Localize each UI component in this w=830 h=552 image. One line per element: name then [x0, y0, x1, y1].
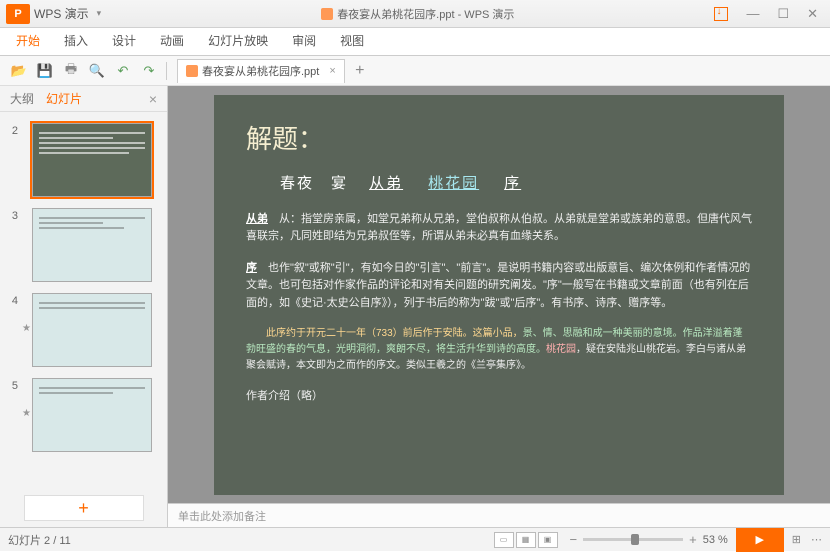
menu-design[interactable]: 设计: [112, 32, 136, 55]
sidebar-tabs: 大纲 幻灯片 ×: [0, 86, 167, 112]
undo-icon[interactable]: ↶: [114, 62, 132, 80]
thumb-row: 2: [0, 120, 167, 205]
sidebar-close-icon[interactable]: ×: [149, 91, 157, 107]
status-grid-icon[interactable]: ⊞: [792, 533, 801, 546]
print-preview-icon[interactable]: 🔍: [88, 62, 106, 80]
view-switcher: ▭ ▦ ▣: [494, 532, 558, 548]
canvas: 解题： 春夜 宴 从弟 桃花园 序 从弟 从：指堂房亲属，如堂兄弟称从兄弟，堂伯…: [168, 86, 830, 527]
sidebar: 大纲 幻灯片 × 2 3 4 ★ 5 ★: [0, 86, 168, 527]
view-sorter-icon[interactable]: ▦: [516, 532, 536, 548]
view-reading-icon[interactable]: ▣: [538, 532, 558, 548]
status-more-icon[interactable]: ⋯: [811, 533, 822, 546]
slide-thumbnail-3[interactable]: [32, 208, 152, 282]
app-name: WPS 演示: [34, 5, 89, 22]
menu-start[interactable]: 开始: [16, 32, 40, 55]
print-icon[interactable]: 🖶: [62, 62, 80, 80]
slide-paragraph-1: 从弟 从：指堂房亲属，如堂兄弟称从兄弟，堂伯叔称从伯叔。从弟就是堂弟或族弟的意思…: [246, 211, 752, 246]
slide-paragraph-2: 序 也作"叙"或称"引"，有如今日的"引言"、"前言"。是说明书籍内容或出版意旨…: [246, 260, 752, 313]
slide-thumbnail-5[interactable]: [32, 378, 152, 452]
page-indicator: 幻灯片 2 / 11: [8, 532, 494, 548]
minimize-button[interactable]: —: [746, 6, 759, 21]
zoom-slider[interactable]: [583, 538, 683, 541]
zoom-control: − + 53 %: [570, 532, 728, 547]
maximize-button[interactable]: ☐: [777, 6, 789, 22]
zoom-thumb[interactable]: [631, 534, 639, 545]
thumb-number: 5: [4, 380, 18, 392]
zoom-out-button[interactable]: −: [570, 532, 578, 547]
menu-slideshow[interactable]: 幻灯片放映: [208, 32, 268, 55]
thumbnail-list: 2 3 4 ★ 5 ★: [0, 112, 167, 487]
menu-animation[interactable]: 动画: [160, 32, 184, 55]
new-slide-button[interactable]: +: [24, 495, 144, 521]
app-icon: P: [6, 4, 30, 24]
thumb-star-icon: ★: [22, 323, 32, 334]
open-icon[interactable]: 📂: [10, 62, 28, 80]
view-normal-icon[interactable]: ▭: [494, 532, 514, 548]
new-tab-button[interactable]: +: [349, 60, 371, 82]
thumb-row: 5 ★: [0, 375, 167, 460]
slide-thumbnail-4[interactable]: [32, 293, 152, 367]
status-bar: 幻灯片 2 / 11 ▭ ▦ ▣ − + 53 % ▶ ⊞ ⋯: [0, 527, 830, 551]
tab-doc-icon: [186, 65, 198, 77]
notes-pane[interactable]: 单击此处添加备注: [168, 503, 830, 527]
play-button[interactable]: ▶: [736, 528, 784, 552]
menu-insert[interactable]: 插入: [64, 32, 88, 55]
toolbar: 📂 💾 🖶 🔍 ↶ ↷ 春夜宴从弟桃花园序.ppt × +: [0, 56, 830, 86]
window-title: 春夜宴从弟桃花园序.ppt - WPS 演示: [121, 6, 714, 22]
slide-paragraph-3: 此序约于开元二十一年（733）前后作于安陆。这篇小品，景、情、思融和成一种美丽的…: [246, 326, 752, 374]
thumb-number: 3: [4, 210, 18, 222]
slide-paragraph-4: 作者介绍（略）: [246, 388, 752, 406]
thumb-star-icon: ★: [22, 408, 32, 419]
tab-label: 春夜宴从弟桃花园序.ppt: [202, 63, 319, 79]
main-area: 大纲 幻灯片 × 2 3 4 ★ 5 ★: [0, 86, 830, 527]
window-controls: — ☐ ✕: [714, 6, 818, 22]
save-icon[interactable]: 💾: [36, 62, 54, 80]
slide-subtitle: 春夜 宴 从弟 桃花园 序: [246, 172, 752, 193]
thumb-row: 4 ★: [0, 290, 167, 375]
close-button[interactable]: ✕: [807, 6, 818, 22]
separator: [166, 62, 167, 80]
zoom-in-button[interactable]: +: [689, 532, 697, 547]
tab-outline[interactable]: 大纲: [10, 90, 34, 107]
zoom-value: 53 %: [703, 534, 728, 546]
menu-review[interactable]: 审阅: [292, 32, 316, 55]
tab-close-icon[interactable]: ×: [329, 65, 335, 77]
title-bar: P WPS 演示 ▾ 春夜宴从弟桃花园序.ppt - WPS 演示 — ☐ ✕: [0, 0, 830, 28]
thumb-number: 4: [4, 295, 18, 307]
redo-icon[interactable]: ↷: [140, 62, 158, 80]
thumb-row: 3: [0, 205, 167, 290]
status-extras: ⊞ ⋯: [792, 533, 822, 546]
doc-title-text: 春夜宴从弟桃花园序.ppt - WPS 演示: [337, 6, 514, 22]
doc-icon: [321, 8, 333, 20]
slide-content[interactable]: 解题： 春夜 宴 从弟 桃花园 序 从弟 从：指堂房亲属，如堂兄弟称从兄弟，堂伯…: [214, 95, 784, 495]
tab-slides[interactable]: 幻灯片: [46, 90, 82, 107]
slide-title: 解题：: [246, 119, 752, 156]
slide-area[interactable]: 解题： 春夜 宴 从弟 桃花园 序 从弟 从：指堂房亲属，如堂兄弟称从兄弟，堂伯…: [168, 86, 830, 503]
slide-thumbnail-2[interactable]: [32, 123, 152, 197]
thumb-number: 2: [4, 125, 18, 137]
menu-view[interactable]: 视图: [340, 32, 364, 55]
app-dropdown-icon[interactable]: ▾: [97, 8, 102, 19]
download-icon[interactable]: [714, 7, 728, 21]
menu-bar: 开始 插入 设计 动画 幻灯片放映 审阅 视图: [0, 28, 830, 56]
document-tab[interactable]: 春夜宴从弟桃花园序.ppt ×: [177, 59, 345, 83]
